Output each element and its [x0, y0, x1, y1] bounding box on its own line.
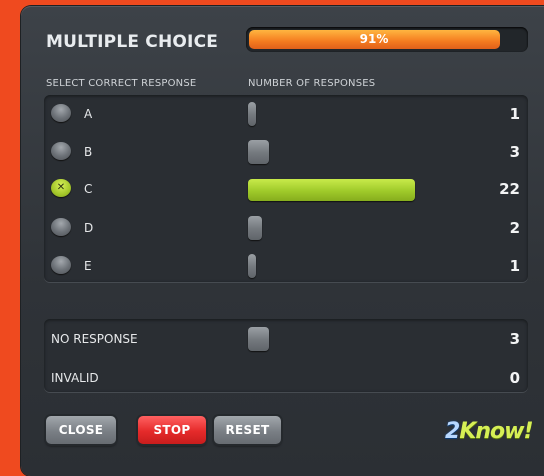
- stop-button[interactable]: STOP: [138, 416, 206, 444]
- no-response-count: 3: [509, 330, 520, 348]
- close-button[interactable]: CLOSE: [46, 416, 116, 444]
- option-row-d: D 2: [44, 213, 528, 243]
- option-row-b: B 3: [44, 137, 528, 167]
- no-response-bar: [248, 327, 269, 351]
- invalid-label: INVALID: [51, 371, 99, 385]
- option-b-bar: [248, 140, 269, 164]
- other-responses-list: NO RESPONSE 3 INVALID 0: [44, 319, 528, 392]
- 2know-logo: 2Know!: [445, 419, 534, 449]
- no-response-row: NO RESPONSE 3: [44, 324, 528, 354]
- reset-button[interactable]: RESET: [214, 416, 281, 444]
- option-row-e: E 1: [44, 251, 528, 281]
- option-e-bar: [248, 254, 256, 278]
- option-a-bar: [248, 102, 256, 126]
- option-row-c: C 22: [44, 174, 528, 204]
- invalid-count: 0: [509, 369, 520, 387]
- option-a-count: 1: [509, 105, 520, 123]
- logo-part-know: Know!: [459, 419, 533, 444]
- no-response-label: NO RESPONSE: [51, 332, 138, 346]
- option-d-count: 2: [509, 219, 520, 237]
- option-b-radio[interactable]: [51, 142, 71, 160]
- select-correct-header: SELECT CORRECT RESPONSE: [46, 78, 197, 89]
- option-c-count: 22: [499, 180, 520, 198]
- option-b-count: 3: [509, 143, 520, 161]
- option-row-a: A 1: [44, 99, 528, 129]
- panel-title: MULTIPLE CHOICE: [46, 32, 219, 52]
- option-e-radio[interactable]: [51, 256, 71, 274]
- option-c-bar: [248, 179, 415, 201]
- percent-correct-bar: 91%: [246, 27, 528, 52]
- option-d-radio[interactable]: [51, 218, 71, 236]
- option-c-label: C: [84, 182, 93, 196]
- option-d-label: D: [84, 221, 94, 235]
- option-a-radio[interactable]: [51, 104, 71, 122]
- option-e-label: E: [84, 259, 92, 273]
- option-b-label: B: [84, 145, 93, 159]
- option-d-bar: [248, 216, 262, 240]
- option-e-count: 1: [509, 257, 520, 275]
- option-c-radio-selected[interactable]: [51, 179, 71, 197]
- option-a-label: A: [84, 107, 93, 121]
- percent-correct-label: 91%: [359, 32, 389, 46]
- number-of-responses-header: NUMBER OF RESPONSES: [248, 78, 376, 89]
- invalid-row: INVALID 0: [44, 363, 528, 393]
- options-list: A 1 B 3 C 22 D 2 E 1: [44, 95, 528, 282]
- logo-part-2: 2: [445, 419, 460, 444]
